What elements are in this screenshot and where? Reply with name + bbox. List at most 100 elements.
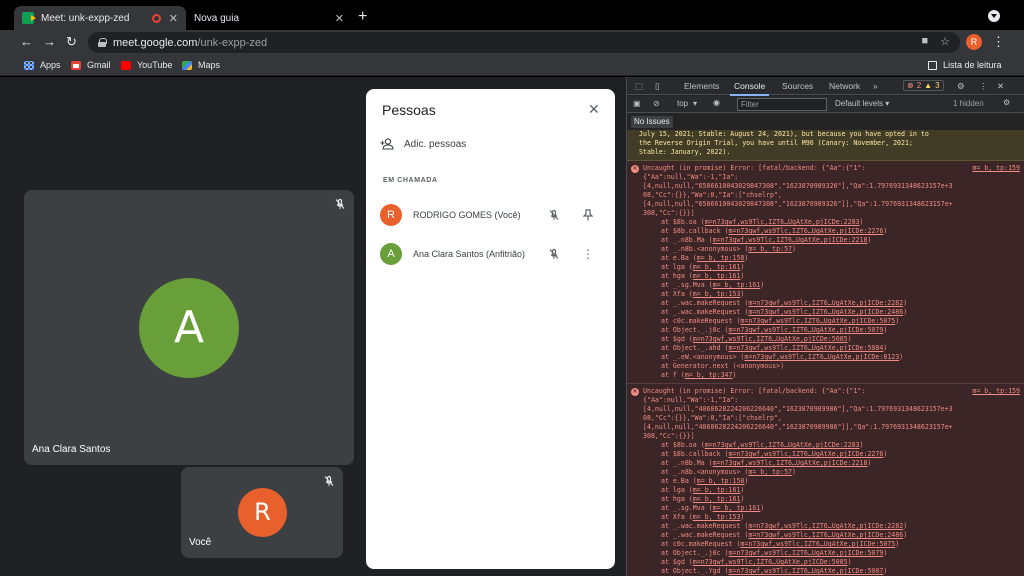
apps-grid-icon: [24, 60, 34, 70]
more-options-icon[interactable]: ⋮: [571, 247, 605, 261]
stack-frame: at $gd (m=n73qwf,ws9Tlc,IZT6…UgAtXe,pjIC…: [661, 558, 852, 566]
more-tabs-button[interactable]: »: [873, 81, 878, 91]
participant-row[interactable]: R RODRIGO GOMES (Você): [380, 203, 605, 227]
frame-source-link[interactable]: m=n73qwf,ws9Tlc,IZT6…UgAtXe,pjICDe:5079: [729, 326, 884, 334]
pin-icon: [583, 209, 593, 221]
tab-network[interactable]: Network: [829, 81, 860, 91]
frame-source-link[interactable]: m= b, tp:57: [748, 468, 792, 476]
participant-row[interactable]: A Ana Clara Santos (Anfitrião) ⋮: [380, 242, 605, 266]
context-selector[interactable]: top: [677, 99, 688, 108]
stack-frame: at _.n8b.<anonymous> (m= b, tp:57): [661, 245, 797, 253]
frame-source-link[interactable]: m= b, tp:161: [713, 504, 761, 512]
frame-source-link[interactable]: m=n73qwf,ws9Tlc,IZT6…UgAtXe,pjICDe:2276: [729, 227, 884, 235]
participant-tile-self[interactable]: R Você: [181, 467, 343, 558]
participant-name: Você: [189, 537, 212, 548]
camera-icon[interactable]: ■: [921, 35, 928, 48]
frame-source-link[interactable]: m= b, tp:161: [693, 263, 741, 271]
tab-sources[interactable]: Sources: [782, 81, 813, 91]
frame-source-link[interactable]: m=n73qwf,ws9Tlc,IZT6…UgAtXe,pjICDe:2276: [729, 450, 884, 458]
bookmark-apps[interactable]: Apps: [24, 60, 61, 70]
close-devtools-icon[interactable]: ✕: [997, 81, 1004, 92]
context-dropdown-icon[interactable]: ▾: [693, 99, 697, 108]
frame-source-link[interactable]: m=n73qwf,ws9Tlc,IZT6…UgAtXe,pjICDe:2283: [705, 441, 860, 449]
bookmark-youtube[interactable]: YouTube: [121, 60, 172, 70]
lock-icon[interactable]: [98, 38, 107, 47]
stack-trace: at $8b.oa (m=n73qwf,ws9Tlc,IZT6…UgAtXe,p…: [643, 218, 1020, 380]
bookmark-maps[interactable]: Maps: [182, 60, 220, 70]
clear-console-icon[interactable]: ⊘: [653, 99, 660, 108]
back-icon[interactable]: ←: [20, 34, 33, 50]
console-output[interactable]: July 15, 2021; Stable: August 24, 2021),…: [627, 130, 1024, 576]
frame-source-link[interactable]: m= b, tp:161: [693, 272, 741, 280]
tab-search-icon[interactable]: [988, 10, 1000, 22]
frame-source-link[interactable]: m= b, tp:161: [693, 495, 741, 503]
frame-source-link[interactable]: m=n73qwf,ws9Tlc,IZT6…UgAtXe,pjICDe:8123: [744, 353, 899, 361]
tab-console[interactable]: Console: [729, 81, 770, 96]
issues-counter[interactable]: ⊗ 2 ▲ 3: [903, 80, 944, 91]
tab-new[interactable]: Nova guia ✕: [186, 6, 352, 30]
device-toolbar-icon[interactable]: ▯: [655, 81, 660, 92]
profile-avatar[interactable]: R: [966, 34, 982, 50]
forward-icon[interactable]: →: [43, 34, 56, 50]
frame-source-link[interactable]: m=n73qwf,ws9Tlc,IZT6…UgAtXe,pjICDe:5084: [729, 344, 884, 352]
close-tab-icon[interactable]: ✕: [335, 12, 344, 25]
frame-source-link[interactable]: m= b, tp:153: [693, 513, 741, 521]
stack-frame: at Object._.j0c (m=n73qwf,ws9Tlc,IZT6…Ug…: [661, 326, 888, 334]
warning-icon: ▲: [924, 81, 933, 90]
log-levels-dropdown[interactable]: Default levels ▾: [835, 99, 889, 108]
tab-elements[interactable]: Elements: [684, 81, 719, 91]
frame-source-link[interactable]: m=n73qwf,ws9Tlc,IZT6…UgAtXe,pjICDe:2486: [748, 531, 903, 539]
add-people-button[interactable]: Adic. pessoas: [380, 138, 466, 150]
bookmark-star-icon[interactable]: ☆: [940, 35, 950, 48]
new-tab-button[interactable]: +: [358, 8, 367, 26]
bookmark-gmail[interactable]: Gmail: [71, 60, 111, 70]
frame-function: at _.wac.makeRequest: [661, 522, 741, 530]
frame-function: at Object._.j0c: [661, 549, 721, 557]
live-expression-eye-icon[interactable]: ◉: [713, 98, 720, 107]
frame-source-link[interactable]: m=n73qwf,ws9Tlc,IZT6…UgAtXe,pjICDe:2283: [705, 218, 860, 226]
frame-source-link[interactable]: m=n73qwf,ws9Tlc,IZT6…UgAtXe,pjICDe:5075: [740, 540, 895, 548]
frame-source-link[interactable]: m= b, tp:347: [685, 371, 733, 379]
frame-source-link[interactable]: m=n73qwf,ws9Tlc,IZT6…UgAtXe,pjICDe:5085: [693, 335, 848, 343]
sidebar-toggle-icon[interactable]: ▣: [633, 99, 641, 108]
frame-source-link[interactable]: m= b, tp:158: [697, 254, 745, 262]
address-bar[interactable]: meet.google.com/unk-expp-zed ■ ☆: [88, 32, 960, 53]
source-link[interactable]: m= b, tp:159: [972, 164, 1020, 173]
inspect-icon[interactable]: ⬚: [635, 81, 643, 92]
reading-list[interactable]: Lista de leitura: [928, 60, 1002, 70]
stack-frame: at e.Ba (m= b, tp:158): [661, 477, 749, 485]
frame-function: at _.n8b.Ma: [661, 459, 705, 467]
frame-source-link[interactable]: m= b, tp:161: [693, 486, 741, 494]
frame-source-link[interactable]: m=n73qwf,ws9Tlc,IZT6…UgAtXe,pjICDe:2486: [748, 308, 903, 316]
frame-source-link[interactable]: m=n73qwf,ws9Tlc,IZT6…UgAtXe,pjICDe:5087: [729, 567, 884, 575]
participant-name: Ana Clara Santos: [32, 444, 111, 455]
filter-input[interactable]: Filter: [737, 98, 827, 111]
frame-source-link[interactable]: m=n73qwf,ws9Tlc,IZT6…UgAtXe,pjICDe:2282: [748, 299, 903, 307]
frame-source-link[interactable]: m= b, tp:158: [697, 477, 745, 485]
mute-button[interactable]: [537, 209, 571, 221]
frame-source-link[interactable]: m= b, tp:153: [693, 290, 741, 298]
close-tab-icon[interactable]: ✕: [169, 12, 178, 25]
frame-function: at Object._.j0c: [661, 326, 721, 334]
frame-source-link[interactable]: m=n73qwf,ws9Tlc,IZT6…UgAtXe,pjICDe:5085: [693, 558, 848, 566]
settings-gear-icon[interactable]: ⚙: [957, 81, 965, 92]
reload-icon[interactable]: ↻: [66, 34, 77, 50]
frame-source-link[interactable]: m=n73qwf,ws9Tlc,IZT6…UgAtXe,pjICDe:5079: [729, 549, 884, 557]
frame-source-link[interactable]: m= b, tp:57: [748, 245, 792, 253]
frame-source-link[interactable]: m=n73qwf,ws9Tlc,IZT6…UgAtXe,pjICDe:2218: [713, 459, 868, 467]
frame-source-link[interactable]: m= b, tp:161: [713, 281, 761, 289]
mute-button[interactable]: [537, 248, 571, 260]
participant-tile-main[interactable]: A Ana Clara Santos: [24, 190, 354, 465]
stack-frame: at $gd (m=n73qwf,ws9Tlc,IZT6…UgAtXe,pjIC…: [661, 335, 852, 343]
frame-source-link[interactable]: m=n73qwf,ws9Tlc,IZT6…UgAtXe,pjICDe:5075: [740, 317, 895, 325]
browser-menu-icon[interactable]: ⋮: [992, 34, 1005, 50]
tab-meet[interactable]: Meet: unk-expp-zed ✕: [14, 6, 186, 30]
frame-source-link[interactable]: m=n73qwf,ws9Tlc,IZT6…UgAtXe,pjICDe:2218: [713, 236, 868, 244]
devtools-menu-icon[interactable]: ⋮: [979, 81, 988, 92]
source-link[interactable]: m= b, tp:159: [972, 387, 1020, 396]
issues-button[interactable]: No Issues: [631, 116, 673, 128]
frame-source-link[interactable]: m=n73qwf,ws9Tlc,IZT6…UgAtXe,pjICDe:2282: [748, 522, 903, 530]
close-icon[interactable]: ✕: [588, 101, 600, 118]
console-settings-gear-icon[interactable]: ⚙: [1003, 98, 1010, 107]
pin-button[interactable]: [571, 209, 605, 221]
